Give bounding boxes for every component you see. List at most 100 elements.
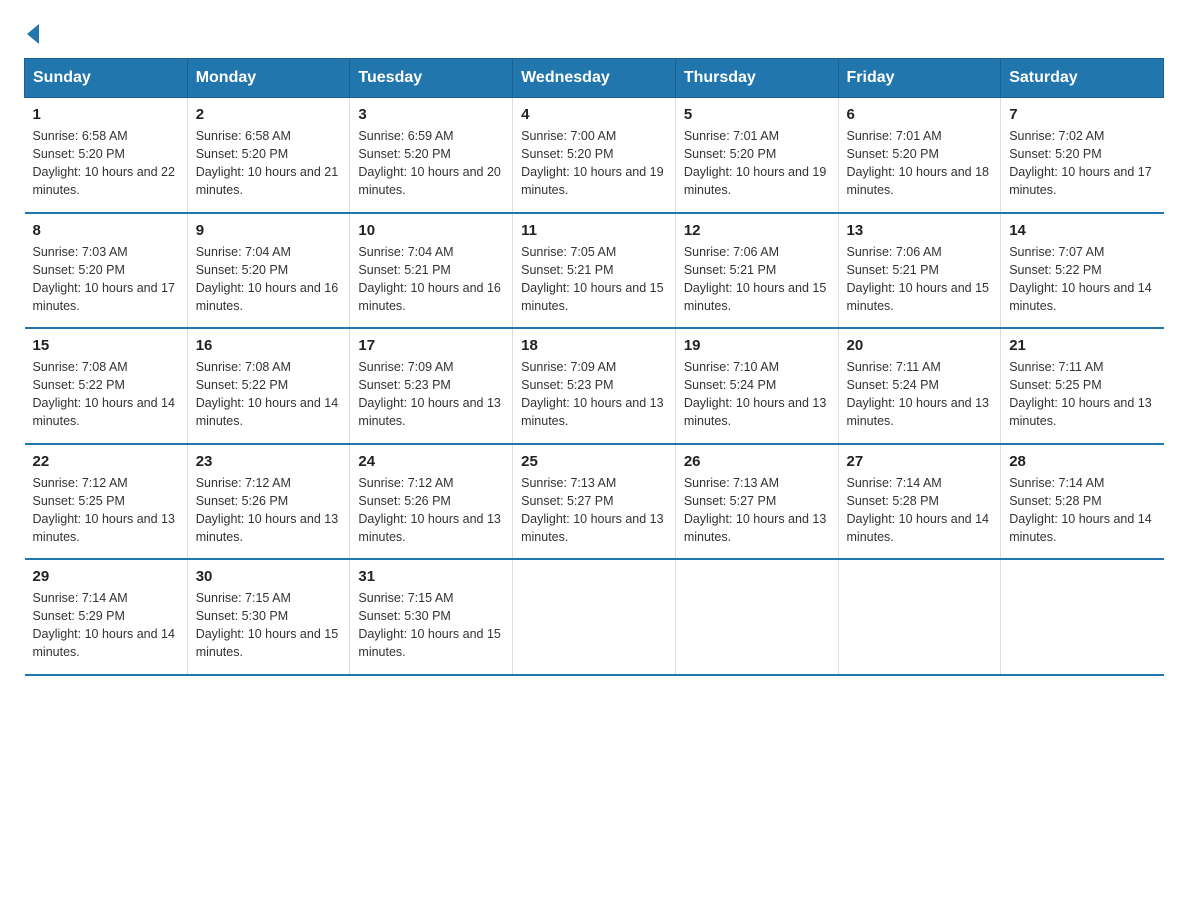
day-cell: 2 Sunrise: 6:58 AMSunset: 5:20 PMDaylight… — [187, 98, 350, 213]
day-cell: 19 Sunrise: 7:10 AMSunset: 5:24 PMDayligh… — [675, 328, 838, 444]
day-number: 19 — [684, 337, 830, 354]
day-info: Sunrise: 7:11 AMSunset: 5:25 PMDaylight:… — [1009, 358, 1155, 431]
day-cell: 13 Sunrise: 7:06 AMSunset: 5:21 PMDayligh… — [838, 213, 1001, 329]
day-info: Sunrise: 7:07 AMSunset: 5:22 PMDaylight:… — [1009, 243, 1155, 316]
day-info: Sunrise: 7:12 AMSunset: 5:26 PMDaylight:… — [358, 474, 504, 547]
day-number: 18 — [521, 337, 667, 354]
calendar-body: 1 Sunrise: 6:58 AMSunset: 5:20 PMDaylight… — [25, 98, 1164, 675]
day-cell: 9Sunrise: 7:04 AMSunset: 5:20 PMDaylight… — [187, 213, 350, 329]
day-cell — [675, 559, 838, 675]
day-info: Sunrise: 7:00 AMSunset: 5:20 PMDaylight:… — [521, 127, 667, 200]
day-info: Sunrise: 7:12 AMSunset: 5:25 PMDaylight:… — [33, 474, 179, 547]
day-cell — [1001, 559, 1164, 675]
day-number: 5 — [684, 106, 830, 123]
header-cell-wednesday: Wednesday — [513, 59, 676, 98]
day-cell: 27Sunrise: 7:14 AMSunset: 5:28 PMDayligh… — [838, 444, 1001, 560]
day-number: 4 — [521, 106, 667, 123]
day-number: 13 — [847, 222, 993, 239]
day-cell: 23 Sunrise: 7:12 AMSunset: 5:26 PMDayligh… — [187, 444, 350, 560]
day-info: Sunrise: 7:14 AMSunset: 5:28 PMDaylight:… — [1009, 474, 1155, 547]
calendar-header: SundayMondayTuesdayWednesdayThursdayFrid… — [25, 59, 1164, 98]
day-number: 12 — [684, 222, 830, 239]
day-cell: 29 Sunrise: 7:14 AMSunset: 5:29 PMDayligh… — [25, 559, 188, 675]
header-cell-saturday: Saturday — [1001, 59, 1164, 98]
logo-triangle-icon — [27, 24, 39, 44]
day-info: Sunrise: 7:10 AMSunset: 5:24 PMDaylight:… — [684, 358, 830, 431]
day-cell: 1Sunrise: 6:58 AMSunset: 5:20 PMDaylight… — [25, 98, 188, 213]
calendar-table: SundayMondayTuesdayWednesdayThursdayFrid… — [24, 58, 1164, 676]
day-number: 30 — [196, 568, 342, 585]
day-info: Sunrise: 7:09 AMSunset: 5:23 PMDaylight:… — [521, 358, 667, 431]
day-number: 7 — [1009, 106, 1155, 123]
day-number: 2 — [196, 106, 342, 123]
header-cell-sunday: Sunday — [25, 59, 188, 98]
header-cell-thursday: Thursday — [675, 59, 838, 98]
day-info: Sunrise: 7:09 AMSunset: 5:23 PMDaylight:… — [358, 358, 504, 431]
day-info: Sunrise: 7:05 AMSunset: 5:21 PMDaylight:… — [521, 243, 667, 316]
day-info: Sunrise: 7:01 AMSunset: 5:20 PMDaylight:… — [684, 127, 830, 200]
day-info: Sunrise: 7:06 AMSunset: 5:21 PMDaylight:… — [847, 243, 993, 316]
week-row-4: 22 Sunrise: 7:12 AMSunset: 5:25 PMDayligh… — [25, 444, 1164, 560]
day-info: Sunrise: 7:04 AMSunset: 5:20 PMDaylight:… — [196, 243, 342, 316]
day-number: 24 — [358, 453, 504, 470]
header-cell-monday: Monday — [187, 59, 350, 98]
day-cell: 31Sunrise: 7:15 AMSunset: 5:30 PMDayligh… — [350, 559, 513, 675]
day-number: 17 — [358, 337, 504, 354]
header-cell-friday: Friday — [838, 59, 1001, 98]
day-cell: 11 Sunrise: 7:05 AMSunset: 5:21 PMDayligh… — [513, 213, 676, 329]
day-number: 27 — [847, 453, 993, 470]
day-cell: 30 Sunrise: 7:15 AMSunset: 5:30 PMDayligh… — [187, 559, 350, 675]
day-cell: 24 Sunrise: 7:12 AMSunset: 5:26 PMDayligh… — [350, 444, 513, 560]
day-cell: 28 Sunrise: 7:14 AMSunset: 5:28 PMDayligh… — [1001, 444, 1164, 560]
week-row-3: 15 Sunrise: 7:08 AMSunset: 5:22 PMDayligh… — [25, 328, 1164, 444]
header-row: SundayMondayTuesdayWednesdayThursdayFrid… — [25, 59, 1164, 98]
day-number: 16 — [196, 337, 342, 354]
day-info: Sunrise: 7:08 AMSunset: 5:22 PMDaylight:… — [33, 358, 179, 431]
day-info: Sunrise: 7:13 AMSunset: 5:27 PMDaylight:… — [521, 474, 667, 547]
day-number: 29 — [33, 568, 179, 585]
day-cell: 6Sunrise: 7:01 AMSunset: 5:20 PMDaylight… — [838, 98, 1001, 213]
day-info: Sunrise: 7:13 AMSunset: 5:27 PMDaylight:… — [684, 474, 830, 547]
day-number: 1 — [33, 106, 179, 123]
day-cell: 18 Sunrise: 7:09 AMSunset: 5:23 PMDayligh… — [513, 328, 676, 444]
day-number: 28 — [1009, 453, 1155, 470]
day-cell: 5 Sunrise: 7:01 AMSunset: 5:20 PMDaylight… — [675, 98, 838, 213]
day-number: 25 — [521, 453, 667, 470]
day-cell: 20 Sunrise: 7:11 AMSunset: 5:24 PMDayligh… — [838, 328, 1001, 444]
day-info: Sunrise: 6:58 AMSunset: 5:20 PMDaylight:… — [196, 127, 342, 200]
week-row-5: 29 Sunrise: 7:14 AMSunset: 5:29 PMDayligh… — [25, 559, 1164, 675]
day-cell: 25 Sunrise: 7:13 AMSunset: 5:27 PMDayligh… — [513, 444, 676, 560]
day-info: Sunrise: 7:02 AMSunset: 5:20 PMDaylight:… — [1009, 127, 1155, 200]
day-info: Sunrise: 7:06 AMSunset: 5:21 PMDaylight:… — [684, 243, 830, 316]
day-number: 15 — [33, 337, 179, 354]
day-info: Sunrise: 7:11 AMSunset: 5:24 PMDaylight:… — [847, 358, 993, 431]
day-number: 23 — [196, 453, 342, 470]
day-number: 8 — [33, 222, 179, 239]
day-number: 14 — [1009, 222, 1155, 239]
day-number: 22 — [33, 453, 179, 470]
day-info: Sunrise: 7:12 AMSunset: 5:26 PMDaylight:… — [196, 474, 342, 547]
day-number: 3 — [358, 106, 504, 123]
day-cell — [838, 559, 1001, 675]
day-cell: 10Sunrise: 7:04 AMSunset: 5:21 PMDayligh… — [350, 213, 513, 329]
week-row-1: 1 Sunrise: 6:58 AMSunset: 5:20 PMDaylight… — [25, 98, 1164, 213]
day-info: Sunrise: 7:14 AMSunset: 5:29 PMDaylight:… — [33, 589, 179, 662]
day-info: Sunrise: 7:15 AMSunset: 5:30 PMDaylight:… — [196, 589, 342, 662]
day-number: 20 — [847, 337, 993, 354]
day-number: 6 — [847, 106, 993, 123]
day-cell: 14 Sunrise: 7:07 AMSunset: 5:22 PMDayligh… — [1001, 213, 1164, 329]
day-info: Sunrise: 7:08 AMSunset: 5:22 PMDaylight:… — [196, 358, 342, 431]
day-cell: 16 Sunrise: 7:08 AMSunset: 5:22 PMDayligh… — [187, 328, 350, 444]
header-cell-tuesday: Tuesday — [350, 59, 513, 98]
day-cell: 17 Sunrise: 7:09 AMSunset: 5:23 PMDayligh… — [350, 328, 513, 444]
day-number: 11 — [521, 222, 667, 239]
day-cell — [513, 559, 676, 675]
day-info: Sunrise: 7:03 AMSunset: 5:20 PMDaylight:… — [33, 243, 179, 316]
day-cell: 7 Sunrise: 7:02 AMSunset: 5:20 PMDaylight… — [1001, 98, 1164, 213]
day-number: 21 — [1009, 337, 1155, 354]
day-number: 26 — [684, 453, 830, 470]
day-info: Sunrise: 7:15 AMSunset: 5:30 PMDaylight:… — [358, 589, 504, 662]
day-info: Sunrise: 7:04 AMSunset: 5:21 PMDaylight:… — [358, 243, 504, 316]
page-header — [24, 24, 1164, 42]
day-cell: 26 Sunrise: 7:13 AMSunset: 5:27 PMDayligh… — [675, 444, 838, 560]
